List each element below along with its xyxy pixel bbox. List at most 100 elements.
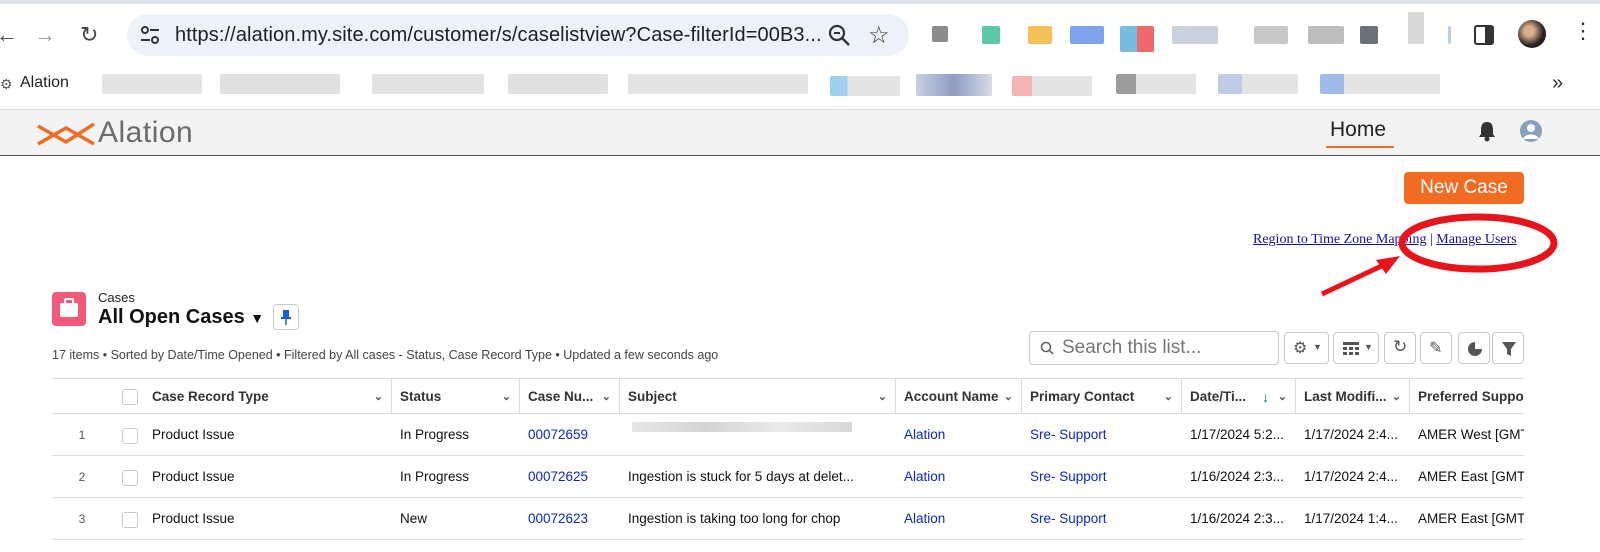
account-name-link[interactable]: Alation bbox=[896, 414, 1022, 456]
column-header-primary-contact[interactable]: Primary Contact ⌄ bbox=[1022, 379, 1182, 415]
cell-date-opened: 1/16/2024 2:3... bbox=[1190, 511, 1284, 526]
search-list-box[interactable] bbox=[1029, 331, 1279, 365]
column-header-case-number[interactable]: Case Nu... ⌄ bbox=[520, 379, 620, 415]
forward-arrow-icon[interactable]: → bbox=[34, 22, 56, 48]
bookmark-item[interactable] bbox=[628, 74, 808, 94]
column-header-record-type[interactable]: Case Record Type ⌄ bbox=[144, 379, 392, 415]
bookmark-item[interactable] bbox=[220, 74, 340, 94]
more-bookmarks-icon[interactable]: » bbox=[1552, 72, 1563, 95]
filter-button[interactable] bbox=[1492, 332, 1524, 364]
chevron-down-icon[interactable]: ⌄ bbox=[502, 379, 511, 415]
list-view-dropdown-icon[interactable]: ▼ bbox=[250, 310, 264, 326]
new-case-button[interactable]: New Case bbox=[1404, 172, 1524, 204]
chevron-down-icon[interactable]: ⌄ bbox=[374, 379, 383, 415]
extension-icon[interactable] bbox=[1448, 26, 1451, 44]
chevron-down-icon[interactable]: ⌄ bbox=[1004, 379, 1013, 415]
chevron-down-icon[interactable]: ⌄ bbox=[1278, 379, 1287, 415]
back-arrow-icon[interactable]: ← bbox=[0, 22, 18, 48]
reload-icon[interactable]: ↻ bbox=[80, 22, 98, 48]
logo-text: Alation bbox=[98, 116, 194, 149]
bookmark-item[interactable] bbox=[1012, 76, 1092, 96]
chevron-down-icon[interactable]: ⌄ bbox=[1164, 379, 1173, 415]
select-all-checkbox[interactable] bbox=[122, 389, 138, 405]
annotation-highlight bbox=[1320, 213, 1558, 297]
extension-icon[interactable] bbox=[1120, 26, 1154, 52]
row-checkbox[interactable] bbox=[122, 512, 138, 528]
chevron-down-icon[interactable]: ⌄ bbox=[878, 379, 887, 415]
extension-icon[interactable] bbox=[1172, 26, 1218, 44]
cell-status: In Progress bbox=[400, 469, 470, 484]
display-as-button[interactable]: ▼ bbox=[1333, 332, 1379, 364]
tab-strip-edge bbox=[0, 0, 1600, 4]
extension-icon[interactable] bbox=[1408, 12, 1424, 44]
primary-contact-link[interactable]: Sre- Support bbox=[1022, 456, 1182, 498]
user-avatar-icon[interactable] bbox=[1520, 120, 1542, 142]
extension-icon[interactable] bbox=[1254, 26, 1288, 44]
case-number-link[interactable]: 00072623 bbox=[520, 498, 620, 540]
bookmark-item[interactable] bbox=[372, 74, 484, 94]
extension-icon[interactable] bbox=[982, 26, 1000, 44]
account-name-link[interactable]: Alation bbox=[896, 456, 1022, 498]
search-input[interactable] bbox=[1062, 335, 1272, 361]
cell-support-region: AMER East [GMT-5 to GMT bbox=[1418, 511, 1524, 526]
filter-icon bbox=[1502, 342, 1516, 356]
primary-contact-link[interactable]: Sre- Support bbox=[1022, 498, 1182, 540]
list-view-title[interactable]: All Open Cases ▼ bbox=[98, 306, 264, 329]
site-settings-icon[interactable] bbox=[139, 24, 161, 46]
cell-subject bbox=[620, 414, 896, 456]
more-menu-icon[interactable]: ⋮ bbox=[1572, 18, 1594, 44]
account-name-link[interactable]: Alation bbox=[896, 498, 1022, 540]
refresh-button[interactable]: ↻ bbox=[1384, 332, 1416, 364]
url-text: https://alation.my.site.com/customer/s/c… bbox=[175, 24, 822, 46]
primary-contact-link[interactable]: Sre- Support bbox=[1022, 414, 1182, 456]
column-header-support-region[interactable]: Preferred Support Region bbox=[1410, 379, 1524, 415]
extension-icon[interactable] bbox=[1308, 26, 1344, 44]
bookmark-item[interactable] bbox=[508, 74, 608, 94]
row-number: 2 bbox=[78, 470, 86, 484]
bookmark-item[interactable] bbox=[1116, 74, 1196, 94]
case-number-link[interactable]: 00072659 bbox=[520, 414, 620, 456]
cell-record-type: Product Issue bbox=[152, 469, 235, 484]
cell-support-region: AMER East [GMT-5 to GMT bbox=[1418, 469, 1524, 484]
zoom-icon[interactable] bbox=[827, 23, 851, 47]
cell-subject: Ingestion is stuck for 5 days at delet..… bbox=[628, 469, 854, 484]
side-panel-icon[interactable] bbox=[1474, 25, 1494, 45]
cell-record-type: Product Issue bbox=[152, 427, 235, 442]
pin-list-button[interactable] bbox=[273, 304, 299, 330]
list-settings-button[interactable]: ⚙ ▼ bbox=[1284, 332, 1329, 364]
edit-list-button[interactable]: ✎ bbox=[1420, 332, 1452, 364]
column-header-subject[interactable]: Subject ⌄ bbox=[620, 379, 896, 415]
column-header-status[interactable]: Status ⌄ bbox=[392, 379, 520, 415]
address-bar[interactable]: https://alation.my.site.com/customer/s/c… bbox=[127, 14, 909, 56]
row-checkbox[interactable] bbox=[122, 470, 138, 486]
charts-button[interactable] bbox=[1458, 332, 1490, 364]
case-number-link[interactable]: 00072625 bbox=[520, 456, 620, 498]
table-row[interactable]: 1 Product Issue In Progress 00072659 Ala… bbox=[52, 414, 1524, 456]
column-header-date-opened[interactable]: Date/Ti... ↓ ⌄ bbox=[1182, 379, 1296, 415]
redacted-subject bbox=[632, 422, 852, 432]
table-icon bbox=[1343, 342, 1359, 355]
bell-icon[interactable] bbox=[1477, 120, 1497, 142]
bookmark-star-icon[interactable]: ☆ bbox=[868, 21, 890, 50]
pencil-icon: ✎ bbox=[1429, 340, 1443, 357]
nav-home[interactable]: Home bbox=[1330, 118, 1386, 142]
table-row[interactable]: 3 Product Issue New 00072623 Ingestion i… bbox=[52, 498, 1524, 540]
bookmark-item[interactable] bbox=[102, 74, 202, 94]
table-row[interactable]: 2 Product Issue In Progress 00072625 Ing… bbox=[52, 456, 1524, 498]
extension-icon[interactable] bbox=[1360, 26, 1378, 44]
bookmark-item[interactable] bbox=[1320, 74, 1440, 94]
extension-icon[interactable] bbox=[1028, 26, 1052, 44]
column-header-account-name[interactable]: Account Name ⌄ bbox=[896, 379, 1022, 415]
bookmark-item[interactable] bbox=[1218, 74, 1298, 94]
bookmark-alation[interactable]: Alation bbox=[20, 74, 69, 92]
extension-icon[interactable] bbox=[1070, 26, 1104, 44]
bookmark-item[interactable] bbox=[830, 76, 900, 96]
profile-avatar[interactable] bbox=[1518, 20, 1546, 48]
alation-logo[interactable]: Alation bbox=[36, 116, 196, 150]
extension-icon[interactable] bbox=[932, 26, 948, 42]
row-checkbox[interactable] bbox=[122, 428, 138, 444]
chevron-down-icon[interactable]: ⌄ bbox=[1392, 379, 1401, 415]
chevron-down-icon[interactable]: ⌄ bbox=[602, 379, 611, 415]
bookmark-item[interactable] bbox=[916, 74, 992, 96]
column-header-last-modified[interactable]: Last Modifi... ⌄ bbox=[1296, 379, 1410, 415]
